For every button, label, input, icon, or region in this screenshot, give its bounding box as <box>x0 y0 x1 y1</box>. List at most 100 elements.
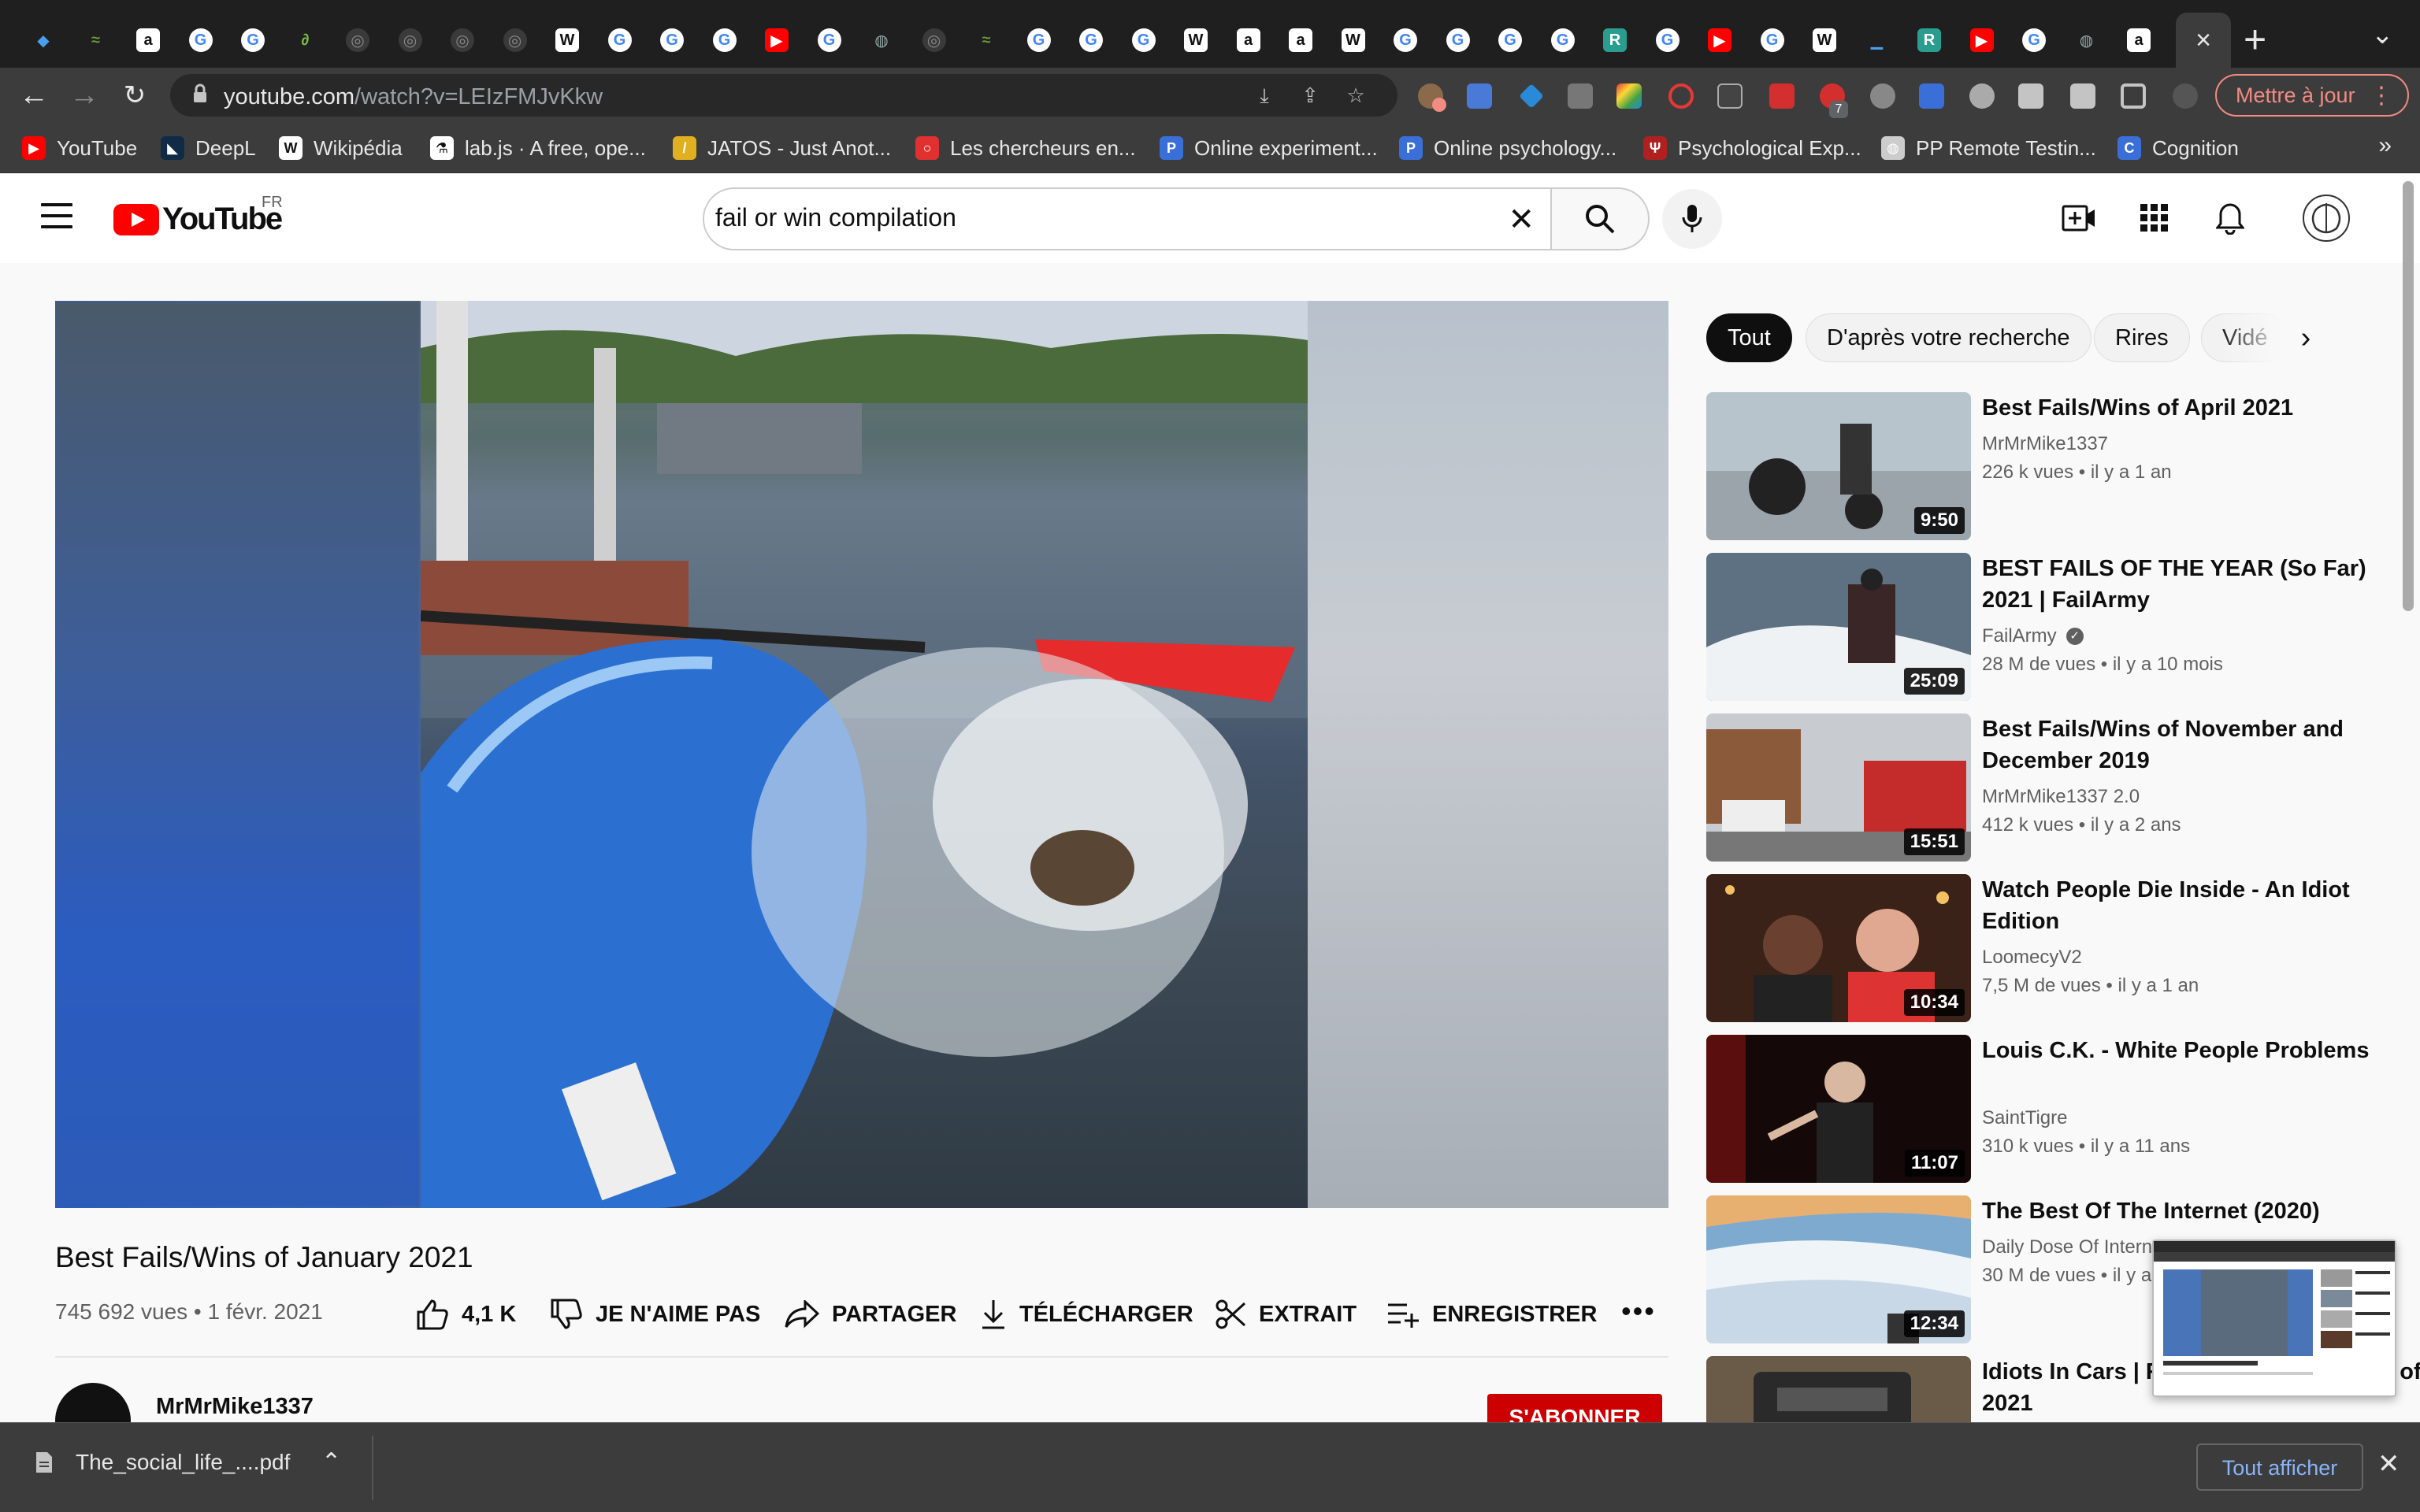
voice-search-button[interactable] <box>1662 189 1722 249</box>
recommendation-item[interactable]: 9:50 Best Fails/Wins of April 2021 MrMrM… <box>1706 392 2415 540</box>
tab[interactable]: G <box>1019 20 1059 60</box>
chip-laughs[interactable]: Rires <box>2094 313 2190 362</box>
tab[interactable]: W <box>1334 20 1373 60</box>
scrollbar[interactable] <box>2403 181 2414 611</box>
show-all-downloads-button[interactable]: Tout afficher <box>2196 1443 2363 1491</box>
video-thumbnail[interactable]: 25:09 <box>1706 553 1971 701</box>
extension-search-icon[interactable] <box>1870 83 1895 109</box>
recommendation-channel[interactable]: LoomecyV2 <box>1982 947 2082 969</box>
bookmark-item[interactable]: P Online experiment... <box>1160 134 1378 162</box>
account-avatar[interactable] <box>2302 194 2351 243</box>
chip-all[interactable]: Tout <box>1706 313 1792 362</box>
bookmark-item[interactable]: ○ Les chercheurs en... <box>915 134 1136 162</box>
tab[interactable]: ◎ <box>915 20 954 60</box>
bookmark-item[interactable]: ◍ PP Remote Testin... <box>1881 134 2096 162</box>
save-button[interactable]: ENREGISTRER <box>1386 1296 1597 1332</box>
tab[interactable]: G <box>600 20 640 60</box>
tab[interactable]: G <box>1490 20 1530 60</box>
extensions-puzzle-icon[interactable] <box>2018 83 2043 109</box>
search-input[interactable] <box>715 203 1424 232</box>
recommendation-channel[interactable]: SaintTigre <box>1982 1107 2068 1129</box>
extension-mortarboard-icon[interactable] <box>1467 83 1492 109</box>
tab[interactable]: G <box>1438 20 1478 60</box>
youtube-logo[interactable]: YouTube <box>113 202 283 237</box>
recommendation-channel[interactable]: MrMrMike1337 <box>1982 433 2108 455</box>
share-icon[interactable]: ⇪ <box>1298 83 1322 107</box>
active-tab[interactable]: × <box>2176 13 2231 68</box>
notifications-bell-icon[interactable] <box>2210 198 2250 238</box>
bookmark-item[interactable]: P Online psychology... <box>1399 134 1616 162</box>
channel-name[interactable]: MrMrMike1337 <box>156 1394 314 1420</box>
more-menu-icon[interactable]: ⋮ <box>2370 82 2393 109</box>
bookmark-item[interactable]: W Wikipédia <box>279 134 403 162</box>
recommendation-item[interactable]: 11:07 Louis C.K. - White People Problems… <box>1706 1035 2415 1183</box>
search-box[interactable]: ✕ <box>703 187 1552 250</box>
back-icon[interactable]: ← <box>16 77 52 113</box>
tab[interactable]: G <box>2014 20 2054 60</box>
recommendation-title[interactable]: The Best Of The Internet (2020) <box>1982 1195 2420 1227</box>
bookmark-item[interactable]: C Cognition <box>2118 134 2239 162</box>
tab[interactable]: a <box>1281 20 1320 60</box>
extension-diamond-icon[interactable] <box>1519 83 1544 109</box>
bookmark-item[interactable]: ▶ YouTube <box>22 134 137 162</box>
new-tab-button[interactable]: + <box>2244 17 2266 61</box>
video-thumbnail[interactable]: 10:34 <box>1706 874 1971 1022</box>
tab[interactable]: R <box>1910 20 1949 60</box>
recommendation-title[interactable]: Louis C.K. - White People Problems <box>1982 1035 2420 1066</box>
dislike-button[interactable]: JE N'AIME PAS <box>550 1296 760 1332</box>
video-thumbnail[interactable]: 11:07 <box>1706 1035 1971 1183</box>
extension-book-icon[interactable] <box>1919 83 1944 109</box>
tab[interactable]: ▶ <box>757 20 796 60</box>
tab[interactable]: ◎ <box>443 20 482 60</box>
url-text[interactable]: youtube.com/watch?v=LEIzFMJvKkw <box>224 84 603 110</box>
clip-button[interactable]: EXTRAIT <box>1215 1296 1357 1332</box>
forward-icon[interactable]: → <box>66 77 102 113</box>
bookmark-item[interactable]: / JATOS - Just Anot... <box>673 134 891 162</box>
recommendation-channel[interactable]: FailArmy ✓ <box>1982 625 2084 647</box>
tab[interactable]: a <box>128 20 168 60</box>
search-button[interactable] <box>1550 187 1650 250</box>
create-video-icon[interactable] <box>2059 198 2099 238</box>
more-bookmarks-icon[interactable]: » <box>2378 132 2392 159</box>
tab[interactable]: ◍ <box>2067 20 2106 60</box>
tab[interactable]: ▶ <box>1700 20 1739 60</box>
tab[interactable]: a <box>2119 20 2158 60</box>
update-chrome-button[interactable]: Mettre à jour ⋮ <box>2215 74 2409 117</box>
close-tab-icon[interactable]: × <box>2195 25 2211 56</box>
tab[interactable]: ≈ <box>967 20 1006 60</box>
tab[interactable]: ◎ <box>391 20 430 60</box>
tab[interactable]: ◆ <box>24 20 63 60</box>
tab[interactable]: G <box>652 20 692 60</box>
extension-rocket-icon[interactable] <box>1568 83 1593 109</box>
download-item[interactable]: The_social_life_....pdf <box>35 1450 290 1475</box>
tab[interactable]: G <box>181 20 221 60</box>
bookmark-item[interactable]: ◣ DeepL <box>161 134 256 162</box>
close-downloads-icon[interactable]: ✕ <box>2377 1448 2400 1480</box>
recommendation-item[interactable]: 10:34 Watch People Die Inside - An Idiot… <box>1706 874 2415 1022</box>
share-button[interactable]: PARTAGER <box>785 1296 956 1332</box>
recommendation-title[interactable]: Best Fails/Wins of April 2021 <box>1982 392 2420 424</box>
like-button[interactable]: 4,1 K <box>416 1296 516 1332</box>
recommendation-item[interactable]: 15:51 Best Fails/Wins of November and De… <box>1706 713 2415 862</box>
apps-grid-icon[interactable] <box>2135 198 2174 238</box>
video-thumbnail[interactable]: 9:50 <box>1706 392 1971 540</box>
bookmark-item[interactable]: ⚗ lab.js · A free, ope... <box>430 134 646 162</box>
tab[interactable]: W <box>1805 20 1844 60</box>
recommendation-title[interactable]: Watch People Die Inside - An Idiot Editi… <box>1982 874 2420 937</box>
tab[interactable]: G <box>1753 20 1792 60</box>
tab[interactable]: ∂ <box>286 20 325 60</box>
address-bar[interactable]: youtube.com/watch?v=LEIzFMJvKkw ⤓ ⇪ ☆ <box>170 74 1397 117</box>
extension-ls-icon[interactable] <box>1717 83 1743 109</box>
bookmark-item[interactable]: Ψ Psychological Exp... <box>1643 134 1861 162</box>
tab[interactable]: ◎ <box>338 20 377 60</box>
tab[interactable]: W <box>1176 20 1216 60</box>
tab[interactable]: ▁ <box>1858 20 1897 60</box>
extension-eye-icon[interactable] <box>1668 83 1694 109</box>
recommendation-channel[interactable]: MrMrMike1337 2.0 <box>1982 786 2140 808</box>
side-panel-icon[interactable] <box>2121 83 2146 109</box>
extension-mendeley-icon[interactable] <box>1769 83 1795 109</box>
lock-icon[interactable] <box>192 83 216 107</box>
tab[interactable]: G <box>1124 20 1164 60</box>
download-button[interactable]: TÉLÉCHARGER <box>980 1296 1193 1332</box>
more-actions-icon[interactable]: ••• <box>1621 1295 1656 1328</box>
